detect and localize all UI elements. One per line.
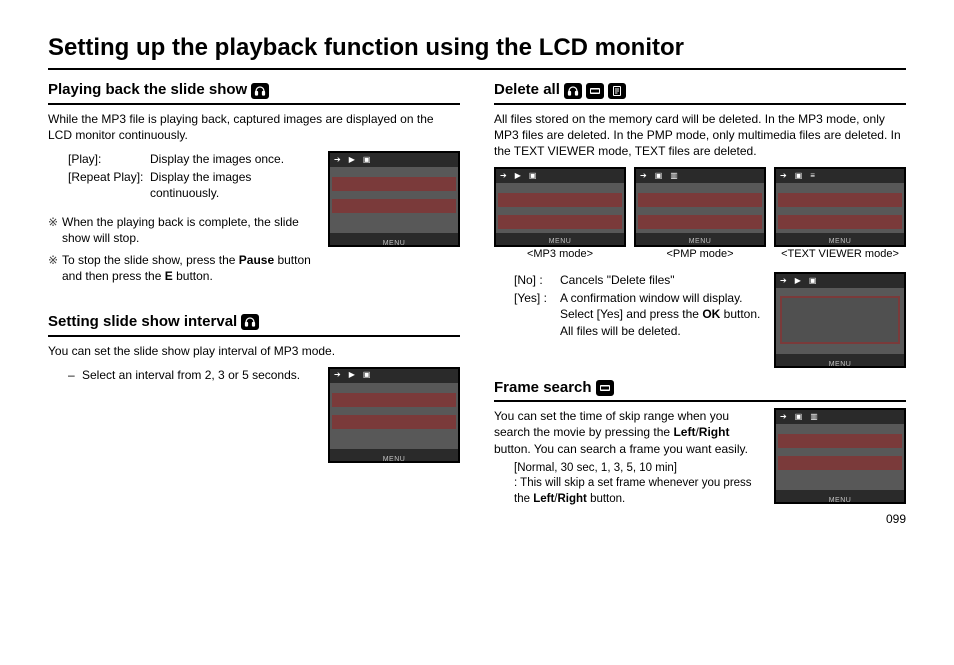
page-title: Setting up the playback function using t… — [48, 32, 906, 70]
headphones-icon — [251, 83, 269, 99]
opt-yes-val: A confirmation window will display. Sele… — [560, 290, 764, 339]
text-icon — [608, 83, 626, 99]
lcd-figure-interval: ➔▶▣ MENU — [328, 367, 460, 463]
intro-text: You can set the slide show play interval… — [48, 343, 460, 359]
opt-repeat-val: Display the images continuously. — [150, 169, 318, 201]
lcd-menu-label: MENU — [829, 361, 852, 368]
interval-note: Select an interval from 2, 3 or 5 second… — [82, 367, 300, 383]
video-icon — [586, 83, 604, 99]
lcd-menu-label: MENU — [549, 238, 572, 245]
intro-text: All files stored on the memory card will… — [494, 111, 906, 160]
heading-frame-search: Frame search — [494, 378, 906, 402]
lcd-menu-label: MENU — [383, 456, 406, 463]
lcd-figure-text-mode: ➔▣≡ MENU — [774, 167, 906, 247]
lcd-menu-label: MENU — [689, 238, 712, 245]
lcd-menu-label: MENU — [829, 238, 852, 245]
headphones-icon — [564, 83, 582, 99]
page-number: 099 — [48, 511, 906, 527]
heading-text: Frame search — [494, 378, 592, 398]
opt-repeat-key: [Repeat Play]: — [68, 169, 150, 201]
caption-text: <TEXT VIEWER mode> — [774, 247, 906, 262]
opt-no-key: [No] : — [514, 272, 560, 288]
right-column: Delete all All files stored on the memor… — [494, 80, 906, 507]
asterisk-icon: ※ — [48, 252, 62, 284]
heading-text: Setting slide show interval — [48, 312, 237, 332]
heading-slideshow-interval: Setting slide show interval — [48, 312, 460, 336]
headphones-icon — [241, 314, 259, 330]
left-column: Playing back the slide show While the MP… — [48, 80, 460, 507]
intro-text: While the MP3 file is playing back, capt… — [48, 111, 460, 143]
caption-pmp: <PMP mode> — [634, 247, 766, 262]
heading-text: Playing back the slide show — [48, 80, 247, 100]
asterisk-icon: ※ — [48, 214, 62, 246]
heading-playback-slideshow: Playing back the slide show — [48, 80, 460, 104]
lcd-figure-delete-confirm: ➔▶▣ MENU — [774, 272, 906, 368]
opt-play-key: [Play]: — [68, 151, 150, 167]
video-icon — [596, 380, 614, 396]
lcd-figure-slideshow: ➔▶▣ MENU — [328, 151, 460, 247]
lcd-figure-mp3-mode: ➔▶▣ MENU — [494, 167, 626, 247]
opt-no-val: Cancels "Delete files" — [560, 272, 764, 288]
opt-play-val: Display the images once. — [150, 151, 284, 167]
heading-text: Delete all — [494, 80, 560, 100]
frame-search-range: [Normal, 30 sec, 1, 3, 5, 10 min] — [514, 461, 764, 477]
bullet-2: To stop the slide show, press the Pause … — [62, 252, 318, 284]
lcd-figure-pmp-mode: ➔▣▥ MENU — [634, 167, 766, 247]
bullet-1: When the playing back is complete, the s… — [62, 214, 318, 246]
lcd-figure-frame-search: ➔▣▥ MENU — [774, 408, 906, 504]
lcd-menu-label: MENU — [383, 240, 406, 247]
caption-mp3: <MP3 mode> — [494, 247, 626, 262]
frame-search-intro: You can set the time of skip range when … — [494, 408, 764, 457]
opt-yes-key: [Yes] : — [514, 290, 560, 339]
frame-search-range-desc: : This will skip a set frame whenever yo… — [514, 476, 764, 507]
dash-icon: – — [68, 367, 82, 383]
heading-delete-all: Delete all — [494, 80, 906, 104]
lcd-menu-label: MENU — [829, 497, 852, 504]
